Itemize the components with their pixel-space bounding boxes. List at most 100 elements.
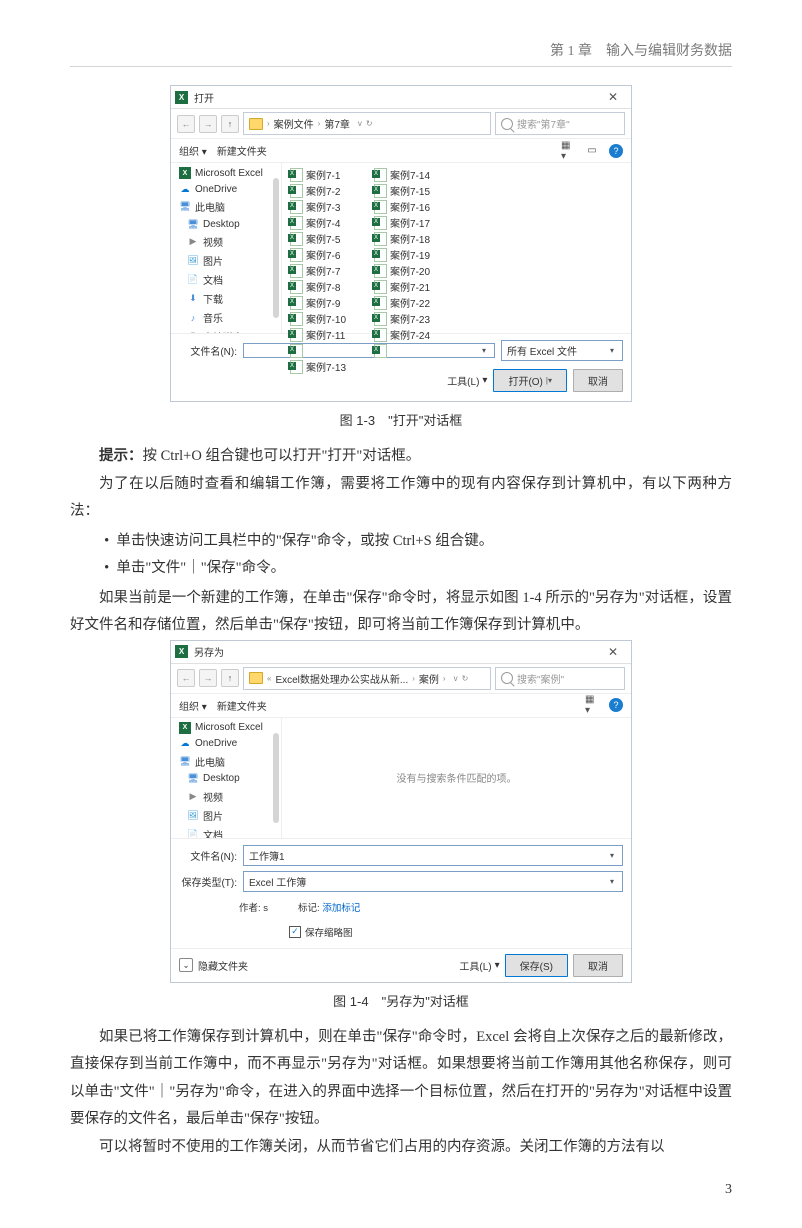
address-bar: ← → ↑ « Excel数据处理办公实战从新... › 案例 › v ↻ 搜索… [171,664,631,694]
file-item[interactable]: 案例7-9 [288,295,348,310]
sidebar-item[interactable]: 🖥Desktop [171,216,281,232]
tip-para: 提示：按 Ctrl+O 组合键也可以打开"打开"对话框。 [70,443,732,471]
body-para: 可以将暂时不使用的工作簿关闭，从而节省它们占用的内存资源。关闭工作簿的方法有以 [70,1134,732,1162]
sidebar-item[interactable]: 🖥此电脑 [171,752,281,771]
file-item[interactable]: 案例7-3 [288,199,348,214]
cancel-button[interactable]: 取消 [573,954,623,977]
page-number: 3 [70,1182,732,1198]
new-folder-button[interactable]: 新建文件夹 [217,143,267,158]
file-item[interactable]: 案例7-20 [372,263,432,278]
close-icon[interactable]: ✕ [599,87,627,107]
save-button[interactable]: 保存(S) [505,954,568,977]
excel-file-icon [290,280,303,294]
sidebar-item[interactable]: ▶视频 [171,787,281,806]
file-item[interactable]: 案例7-4 [288,215,348,230]
excel-file-icon [290,248,303,262]
back-icon[interactable]: ← [177,115,195,133]
file-item[interactable]: 案例7-5 [288,231,348,246]
up-icon[interactable]: ↑ [221,669,239,687]
sidebar-item[interactable]: 🖼图片 [171,806,281,825]
search-box[interactable]: 搜索"第7章" [495,112,625,135]
file-item[interactable]: 案例7-17 [372,215,432,230]
forward-icon[interactable]: → [199,115,217,133]
filename-input[interactable]: 工作簿1▾ [243,845,623,866]
search-icon [501,118,513,130]
figure-caption: 图 1-3 "打开"对话框 [70,410,732,429]
excel-file-icon [290,232,303,246]
figure-caption: 图 1-4 "另存为"对话框 [70,991,732,1010]
filename-input[interactable]: ▾ [243,343,495,358]
file-item[interactable]: 案例7-10 [288,311,348,326]
sidebar-item[interactable]: 🖼图片 [171,251,281,270]
expand-icon[interactable]: ⌃ [179,958,193,972]
sidebar-item[interactable]: 🖥Desktop [171,771,281,787]
file-item[interactable]: 案例7-2 [288,183,348,198]
path-seg[interactable]: Excel数据处理办公实战从新... [275,671,408,686]
sidebar-item[interactable]: 📄文档 [171,270,281,289]
open-button[interactable]: 打开(O)|▾ [493,369,567,392]
up-icon[interactable]: ↑ [221,115,239,133]
toolbar: 组织 ▾ 新建文件夹 ▦ ▾ ▭ ? [171,139,631,163]
file-item[interactable]: 案例7-14 [372,167,432,182]
path-seg[interactable]: 案例文件 [274,116,314,131]
file-item[interactable]: 案例7-1 [288,167,348,182]
excel-file-icon [374,216,387,230]
file-item[interactable]: 案例7-19 [372,247,432,262]
thumb-check[interactable]: ✓ 保存缩略图 [289,925,353,939]
filename-label: 文件名(N): [179,848,237,863]
close-icon[interactable]: ✕ [599,642,627,662]
sidebar-item[interactable]: XMicrosoft Excel [171,720,281,736]
file-item[interactable]: 案例7-21 [372,279,432,294]
cancel-button[interactable]: 取消 [573,369,623,392]
filter-combo[interactable]: 所有 Excel 文件▾ [501,340,623,361]
excel-file-icon [290,296,303,310]
back-icon[interactable]: ← [177,669,195,687]
file-item[interactable]: 案例7-22 [372,295,432,310]
type-combo[interactable]: Excel 工作簿▾ [243,871,623,892]
excel-file-icon [374,168,387,182]
sidebar-item[interactable]: ♪音乐 [171,308,281,327]
tags-value[interactable]: 添加标记 [322,903,360,914]
path-box[interactable]: › 案例文件 › 第7章 v ↻ [243,112,491,135]
help-icon[interactable]: ? [609,698,623,712]
dialog-title: 另存为 [194,644,224,659]
file-item[interactable]: 案例7-8 [288,279,348,294]
sidebar-item[interactable]: 🖥此电脑 [171,197,281,216]
help-icon[interactable]: ? [609,144,623,158]
sidebar-item[interactable]: 📄文档 [171,825,281,838]
author-value[interactable]: s [263,903,268,914]
file-item[interactable]: 案例7-6 [288,247,348,262]
excel-file-icon [374,280,387,294]
tools-button[interactable]: 工具(L) ▾ [459,958,499,973]
file-item[interactable]: 案例7-18 [372,231,432,246]
sidebar-item[interactable]: ▶视频 [171,232,281,251]
organize-button[interactable]: 组织 ▾ [179,698,207,713]
view-icon[interactable]: ▦ ▾ [585,698,599,712]
hide-folders-button[interactable]: 隐藏文件夹 [198,958,248,973]
new-folder-button[interactable]: 新建文件夹 [217,698,267,713]
sidebar-item[interactable]: XMicrosoft Excel [171,165,281,181]
file-item[interactable]: 案例7-16 [372,199,432,214]
view-icon[interactable]: ▦ ▾ [561,144,575,158]
tools-button[interactable]: 工具(L) ▾ [447,373,487,388]
titlebar: X 另存为 ✕ [171,641,631,664]
sidebar-item[interactable]: ⛃本地磁盘 (C:) [171,327,281,333]
sidebar-item[interactable]: ☁OneDrive [171,736,281,752]
path-seg[interactable]: 第7章 [324,116,350,131]
file-item[interactable]: 案例7-7 [288,263,348,278]
file-item[interactable]: 案例7-23 [372,311,432,326]
preview-icon[interactable]: ▭ [585,144,599,158]
search-box[interactable]: 搜索"案例" [495,667,625,690]
sidebar-item[interactable]: ☁OneDrive [171,181,281,197]
body-para: 如果当前是一个新建的工作簿，在单击"保存"命令时，将显示如图 1-4 所示的"另… [70,585,732,640]
path-box[interactable]: « Excel数据处理办公实战从新... › 案例 › v ↻ [243,667,491,690]
excel-file-icon [290,200,303,214]
organize-button[interactable]: 组织 ▾ [179,143,207,158]
file-item[interactable]: 案例7-15 [372,183,432,198]
sidebar-item[interactable]: ⬇下载 [171,289,281,308]
titlebar: X 打开 ✕ [171,86,631,109]
excel-file-icon [374,200,387,214]
forward-icon[interactable]: → [199,669,217,687]
body-list: 单击快速访问工具栏中的"保存"命令，或按 Ctrl+S 组合键。 单击"文件"｜… [70,528,732,583]
path-seg[interactable]: 案例 [419,671,439,686]
